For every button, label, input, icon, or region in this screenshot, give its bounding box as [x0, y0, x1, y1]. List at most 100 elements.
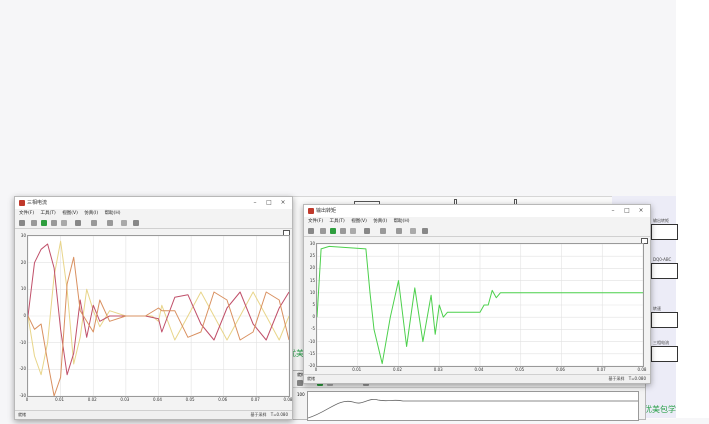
sim-time: T=0.080 [270, 412, 288, 417]
run-icon[interactable] [41, 220, 47, 226]
y-tick-label: 30 [20, 233, 26, 238]
edit-icon[interactable] [121, 220, 127, 226]
window-title: 三相电流 [27, 200, 48, 206]
step-forward-icon[interactable] [340, 228, 346, 234]
y-tick-label: -20 [19, 366, 26, 372]
x-tick-label: 0.05 [515, 367, 525, 372]
block-label: DQ0-ABC [653, 257, 672, 262]
close-button[interactable]: × [634, 205, 648, 217]
scope-window-current[interactable]: 三相电流 – □ × 文件(F) 工具(T) 视图(V) 仿真(I) 帮助(H)… [14, 196, 293, 420]
stop-icon[interactable] [61, 220, 67, 226]
x-tick-label: 0.01 [55, 397, 65, 402]
plot-area-current[interactable] [27, 235, 290, 397]
menu-simulation[interactable]: 仿真(I) [373, 219, 387, 224]
step-back-icon[interactable] [320, 228, 326, 234]
y-tick-label: -15 [308, 350, 315, 356]
y-tick-label: 20 [309, 265, 315, 271]
highlight-icon[interactable] [75, 220, 81, 226]
x-tick-label: 0.07 [596, 367, 606, 372]
settings-icon[interactable] [308, 228, 314, 234]
x-tick-label: 0.06 [218, 397, 228, 402]
x-tick-label: 0.07 [250, 397, 260, 402]
edit-icon[interactable] [410, 228, 416, 234]
menu-file[interactable]: 文件(F) [19, 211, 34, 216]
status-right: 基于采样 T=0.080 [608, 375, 646, 383]
x-tick-label: 0 [314, 367, 318, 372]
autoscale-icon[interactable] [133, 220, 139, 226]
y-tick-label: -5 [311, 326, 315, 332]
y-tick-label: 15 [309, 277, 315, 283]
dq0-abc-block[interactable] [651, 263, 678, 279]
status-text: 就绪 [307, 376, 315, 381]
x-tick-label: 0.08 [283, 397, 293, 402]
window-title: 输出转矩 [316, 208, 337, 214]
x-tick-label: 0.04 [474, 367, 484, 372]
sim-time: T=0.080 [628, 376, 646, 381]
y-tick-label: 20 [20, 259, 26, 265]
y-tick-label: 10 [309, 289, 315, 295]
step-forward-icon[interactable] [51, 220, 57, 226]
minimize-button[interactable]: – [248, 197, 262, 209]
menu-bar: 文件(F) 工具(T) 视图(V) 仿真(I) 帮助(H) [15, 209, 292, 218]
plot-area-torque[interactable] [316, 243, 644, 367]
cursor-icon[interactable] [380, 228, 386, 234]
x-tick-label: 0.03 [120, 397, 130, 402]
desktop-background [0, 0, 676, 196]
cursor-icon[interactable] [91, 220, 97, 226]
speed-trace [307, 398, 638, 419]
plot-area[interactable] [307, 391, 639, 421]
highlight-icon[interactable] [364, 228, 370, 234]
watermark-text: 优美包学 [644, 405, 676, 414]
step-back-icon[interactable] [31, 220, 37, 226]
y-tick-label: 10 [20, 286, 26, 292]
y-tick-label: 5 [312, 302, 315, 307]
matlab-icon [19, 200, 25, 206]
x-tick-label: 0.02 [393, 367, 402, 372]
close-button[interactable]: × [276, 197, 290, 209]
status-bar: 就绪 基于采样 T=0.080 [304, 374, 650, 383]
menu-view[interactable]: 视图(V) [351, 219, 367, 224]
toolbar [15, 218, 292, 229]
right-edge-strip [676, 0, 709, 418]
minimize-button[interactable]: – [606, 205, 620, 217]
maximize-button[interactable]: □ [620, 205, 634, 217]
x-tick-label: 0 [25, 397, 29, 402]
settings-icon[interactable] [19, 220, 25, 226]
scope-block-torque[interactable] [651, 224, 678, 240]
y-tick-label: 0 [312, 314, 315, 320]
menu-help[interactable]: 帮助(H) [394, 219, 410, 224]
title-bar[interactable]: 输出转矩 – □ × [304, 205, 650, 217]
x-tick-label: 0.06 [556, 367, 565, 372]
y-tick-label: 30 [309, 241, 315, 246]
scope-block-speed[interactable] [651, 312, 678, 328]
menu-tools[interactable]: 工具(T) [41, 211, 56, 216]
toolbar [304, 226, 650, 237]
x-tick-label: 0.03 [433, 367, 443, 372]
maximize-button[interactable]: □ [262, 197, 276, 209]
menu-simulation[interactable]: 仿真(I) [84, 211, 98, 216]
y-tick-label: 0 [23, 313, 26, 318]
y-tick-label: -10 [19, 339, 26, 345]
y-tick-label: 100 [297, 392, 305, 397]
x-tick-label: 0.01 [352, 367, 362, 372]
scope-block-current[interactable] [651, 346, 678, 362]
stop-icon[interactable] [350, 228, 356, 234]
menu-view[interactable]: 视图(V) [62, 211, 78, 216]
x-tick-label: 0.08 [637, 367, 647, 372]
sample-mode: 基于采样 [608, 376, 625, 381]
menu-tools[interactable]: 工具(T) [330, 219, 345, 224]
zoom-icon[interactable] [107, 220, 113, 226]
x-tick-label: 0.04 [153, 397, 162, 402]
scope-window-torque[interactable]: 输出转矩 – □ × 文件(F) 工具(T) 视图(V) 仿真(I) 帮助(H)… [303, 204, 651, 384]
sample-mode: 基于采样 [250, 412, 267, 417]
menu-file[interactable]: 文件(F) [308, 219, 323, 224]
title-bar[interactable]: 三相电流 – □ × [15, 197, 292, 209]
autoscale-icon[interactable] [422, 228, 428, 234]
x-tick-label: 0.02 [87, 397, 97, 402]
zoom-icon[interactable] [396, 228, 402, 234]
y-tick-label: -10 [308, 338, 315, 344]
menu-help[interactable]: 帮助(H) [105, 211, 121, 216]
run-icon[interactable] [330, 228, 336, 234]
y-tick-label: 25 [309, 253, 315, 259]
matlab-icon [308, 208, 314, 214]
